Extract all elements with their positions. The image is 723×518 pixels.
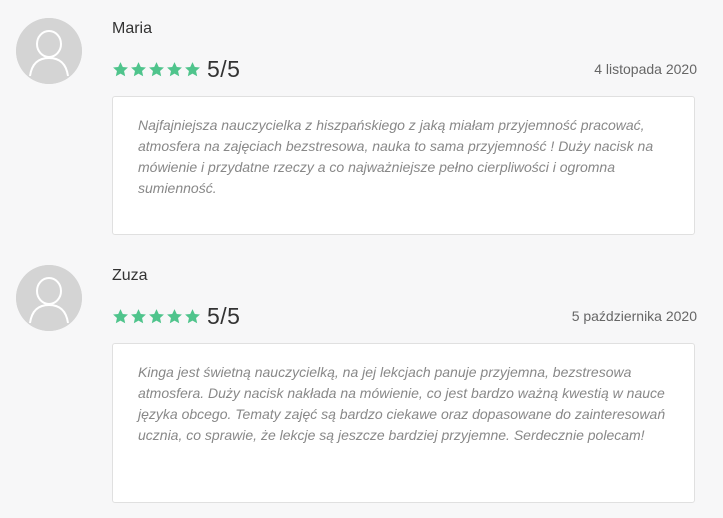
review-date: 5 października 2020 [571,308,697,324]
star-icon [112,61,129,78]
review-text: Kinga jest świetną nauczycielką, na jej … [138,364,666,443]
star-icon [130,308,147,325]
rating-row: 5/5 5 października 2020 [112,303,697,329]
rating-row: 5/5 4 listopada 2020 [112,56,697,82]
star-icon [184,308,201,325]
review-card: Kinga jest świetną nauczycielką, na jej … [112,343,695,503]
reviewer-name: Zuza [112,267,148,284]
reviewer-name: Maria [112,20,153,37]
user-avatar-icon [16,18,82,84]
star-icon [184,61,201,78]
star-rating [112,308,201,325]
avatar [16,265,82,331]
avatar [16,18,82,84]
star-icon [166,61,183,78]
review-date: 4 listopada 2020 [594,61,697,77]
review-text: Najfajniejsza nauczycielka z hiszpańskie… [138,117,654,196]
star-rating [112,61,201,78]
star-icon [148,61,165,78]
star-icon [166,308,183,325]
star-icon [130,61,147,78]
rating-score: 5/5 [207,302,241,329]
review-card: Najfajniejsza nauczycielka z hiszpańskie… [112,96,695,235]
star-icon [148,308,165,325]
star-icon [112,308,129,325]
rating-score: 5/5 [207,55,241,82]
user-avatar-icon [16,265,82,331]
